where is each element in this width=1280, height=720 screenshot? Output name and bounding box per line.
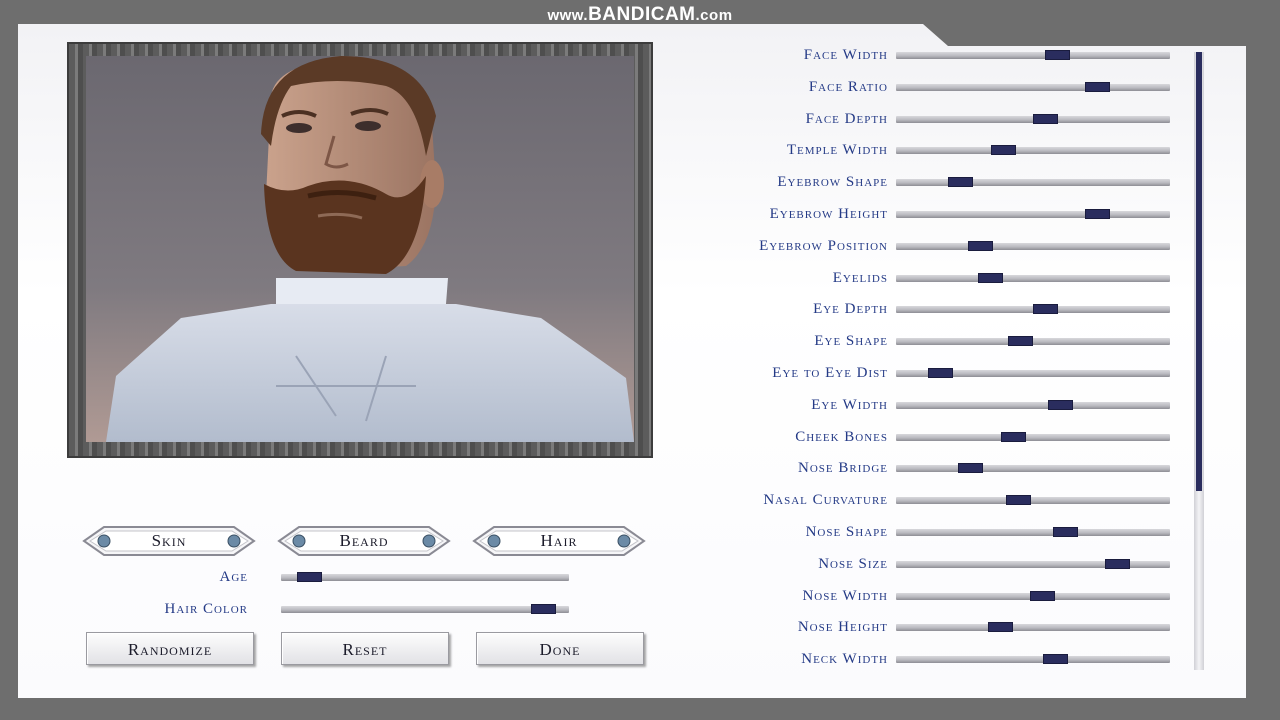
eyebrow-height-slider-thumb[interactable] — [1085, 209, 1110, 219]
randomize-button[interactable]: Randomize — [86, 632, 254, 665]
age-slider-thumb[interactable] — [297, 572, 322, 582]
eyelids-slider-thumb[interactable] — [978, 273, 1003, 283]
eyebrow-shape-slider[interactable] — [896, 177, 1170, 187]
scrollbar-thumb[interactable] — [1196, 52, 1202, 491]
neck-width-slider[interactable] — [896, 654, 1170, 664]
tab-hair[interactable]: Hair — [472, 524, 646, 558]
age-slider[interactable] — [281, 572, 569, 582]
temple-width-label: Temple Width — [786, 142, 888, 158]
temple-width-slider[interactable] — [896, 145, 1170, 155]
nasal-curvature-label: Nasal Curvature — [763, 492, 888, 508]
age-label: Age — [219, 569, 248, 585]
face-depth-slider-thumb[interactable] — [1033, 114, 1058, 124]
eye-width-label: Eye Width — [811, 397, 888, 413]
nose-width-label: Nose Width — [802, 588, 888, 604]
eyelids-slider[interactable] — [896, 273, 1170, 283]
character-portrait — [86, 56, 634, 442]
face-sliders-scrollbar[interactable] — [1194, 52, 1204, 670]
nasal-curvature-slider-thumb[interactable] — [1006, 495, 1031, 505]
nose-size-slider-thumb[interactable] — [1105, 559, 1130, 569]
nasal-curvature-slider[interactable] — [896, 495, 1170, 505]
eyebrow-position-label: Eyebrow Position — [759, 238, 888, 254]
nose-size-label: Nose Size — [818, 556, 888, 572]
eye-width-slider[interactable] — [896, 400, 1170, 410]
eyebrow-position-slider-thumb[interactable] — [968, 241, 993, 251]
tab-beard[interactable]: Beard — [277, 524, 451, 558]
eye-shape-label: Eye Shape — [814, 333, 888, 349]
cheek-bones-slider-thumb[interactable] — [1001, 432, 1026, 442]
eye-depth-label: Eye Depth — [813, 301, 888, 317]
temple-width-slider-thumb[interactable] — [991, 145, 1016, 155]
nose-height-slider[interactable] — [896, 622, 1170, 632]
nose-height-label: Nose Height — [797, 619, 888, 635]
nose-shape-slider[interactable] — [896, 527, 1170, 537]
face-ratio-slider-thumb[interactable] — [1085, 82, 1110, 92]
nose-bridge-slider[interactable] — [896, 463, 1170, 473]
face-ratio-label: Face Ratio — [808, 79, 888, 95]
nose-height-slider-thumb[interactable] — [988, 622, 1013, 632]
nose-shape-slider-thumb[interactable] — [1053, 527, 1078, 537]
neck-width-slider-thumb[interactable] — [1043, 654, 1068, 664]
tab-skin[interactable]: Skin — [82, 524, 256, 558]
face-width-slider[interactable] — [896, 50, 1170, 60]
eye-to-eye-dist-label: Eye to Eye Dist — [772, 365, 888, 381]
tab-label: Beard — [339, 531, 389, 550]
tab-label: Skin — [151, 531, 187, 550]
cheek-bones-slider[interactable] — [896, 432, 1170, 442]
face-width-slider-thumb[interactable] — [1045, 50, 1070, 60]
hair-color-slider-thumb[interactable] — [531, 604, 556, 614]
watermark-suffix: .com — [695, 7, 733, 24]
eye-depth-slider[interactable] — [896, 304, 1170, 314]
eyebrow-shape-slider-thumb[interactable] — [948, 177, 973, 187]
eyebrow-position-slider[interactable] — [896, 241, 1170, 251]
hair-color-label: Hair Color — [164, 601, 248, 617]
eye-to-eye-dist-slider-thumb[interactable] — [928, 368, 953, 378]
nose-bridge-label: Nose Bridge — [798, 460, 888, 476]
reset-button[interactable]: Reset — [281, 632, 449, 665]
nose-size-slider[interactable] — [896, 559, 1170, 569]
face-depth-label: Face Depth — [805, 111, 888, 127]
tab-label: Hair — [540, 531, 578, 550]
done-button[interactable]: Done — [476, 632, 644, 665]
hair-color-slider[interactable] — [281, 604, 569, 614]
face-ratio-slider[interactable] — [896, 82, 1170, 92]
recording-watermark: www.BANDICAM.com — [0, 4, 1280, 26]
eyebrow-height-label: Eyebrow Height — [769, 206, 888, 222]
neck-width-label: Neck Width — [801, 651, 888, 667]
watermark-prefix: www. — [547, 7, 589, 24]
face-depth-slider[interactable] — [896, 114, 1170, 124]
nose-width-slider[interactable] — [896, 591, 1170, 601]
eyelids-label: Eyelids — [832, 270, 888, 286]
nose-bridge-slider-thumb[interactable] — [958, 463, 983, 473]
eye-width-slider-thumb[interactable] — [1048, 400, 1073, 410]
watermark-brand: BANDICAM — [588, 4, 696, 25]
eye-to-eye-dist-slider[interactable] — [896, 368, 1170, 378]
eye-depth-slider-thumb[interactable] — [1033, 304, 1058, 314]
cheek-bones-label: Cheek Bones — [795, 429, 888, 445]
eye-shape-slider-thumb[interactable] — [1008, 336, 1033, 346]
eyebrow-height-slider[interactable] — [896, 209, 1170, 219]
eyebrow-shape-label: Eyebrow Shape — [777, 174, 888, 190]
nose-shape-label: Nose Shape — [805, 524, 888, 540]
nose-width-slider-thumb[interactable] — [1030, 591, 1055, 601]
face-width-label: Face Width — [803, 47, 888, 63]
eye-shape-slider[interactable] — [896, 336, 1170, 346]
